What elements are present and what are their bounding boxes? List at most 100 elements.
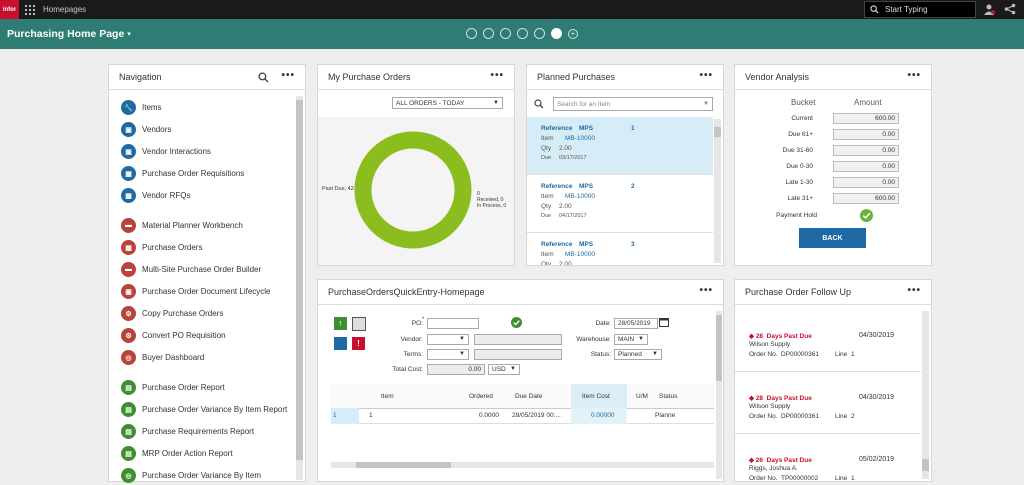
page-title[interactable]: Purchasing Home Page [7,28,124,40]
terms-select[interactable]: ▼ [427,349,469,360]
item-label: Item [541,251,554,258]
nav-item-10[interactable]: ⚙ Copy Purchase Orders [121,306,223,321]
row-item-cost[interactable]: 0.00000 [591,412,615,419]
vendor-label: Vendor: [400,336,423,343]
add-page-icon[interactable]: + [568,28,578,39]
save-up-icon[interactable]: ↑ [334,317,347,330]
nav-item-6[interactable]: ▬ Material Planner Workbench [121,218,243,233]
app-grid-icon[interactable] [25,4,35,15]
row-status[interactable]: Planned [655,412,675,419]
follow-up-scrollbar[interactable] [922,311,929,479]
follow-up-item[interactable]: ◆ 28 Days Past Due 04/30/2019 Wilson Suppl… [735,372,921,434]
infor-logo[interactable]: infor [0,0,19,19]
nav-scrollbar[interactable] [296,96,303,480]
nav-item-16[interactable]: ▤ MRP Order Action Report [121,446,233,461]
nav-item-12[interactable]: ◎ Buyer Dashboard [121,350,204,365]
nav-item-17[interactable]: ◎ Purchase Order Variance By Item [121,468,261,483]
payment-hold-label: Payment Hold [776,212,817,219]
warehouse-select[interactable]: MAIN ▼ [614,334,648,345]
amount-field: 0.00 [833,145,899,156]
nav-item-icon: ▣ [121,284,136,299]
back-button[interactable]: BACK [799,228,866,248]
qty-value: 2.00 [559,261,572,265]
terms-label: Terms: [403,351,424,358]
item-search-input[interactable]: Search for an Item ▼ [553,97,713,111]
orders-filter-select[interactable]: ALL ORDERS - TODAY ▼ [392,97,503,109]
grid-col-item-cost[interactable]: Item Cost [582,393,610,400]
line-label: Line [835,413,848,420]
app-title[interactable]: Homepages [43,5,86,14]
grid-col-ordered[interactable]: Ordered [469,393,493,400]
follow-up-item[interactable]: ◆ 28 Days Past Due 04/30/2019 Wilson Suppl… [735,310,921,372]
flag-icon[interactable] [334,337,347,350]
my-purchase-orders-card: My Purchase Orders ••• ALL ORDERS - TODA… [317,64,515,266]
ref-label: Reference [541,125,573,132]
grid-horizontal-scrollbar[interactable] [331,462,714,468]
more-options-button[interactable]: ••• [699,286,713,296]
add-record-icon[interactable] [352,317,366,331]
follow-up-item[interactable]: ◆ 26 Days Past Due 05/02/2019 Riggs, Joshu… [735,434,921,481]
page-dot-6[interactable] [551,28,562,39]
more-options-button[interactable]: ••• [907,71,921,81]
donut-slice-past-due[interactable] [354,131,472,249]
nav-item-5[interactable]: ▦ Vendor RFQs [121,188,190,203]
nav-item-3[interactable]: ▣ Vendor Interactions [121,144,211,159]
nav-item-11[interactable]: ⚙ Convert PO Requisition [121,328,226,343]
planned-purchase-item[interactable]: Reference MPS 1 Item MB-10000 Qty 2.00 Due 03/17… [527,117,713,175]
planned-purchase-item[interactable]: ReferenceMPS3ItemMB-10000Qty2.00Due05/16… [527,233,713,265]
global-search-input[interactable]: Start Typing [864,1,976,18]
grid-col-item[interactable]: Item [381,393,394,400]
more-options-button[interactable]: ••• [281,71,295,81]
chevron-down-icon[interactable]: ▾ [127,30,131,38]
more-options-button[interactable]: ••• [907,286,921,296]
nav-item-9[interactable]: ▣ Purchase Order Document Lifecycle [121,284,271,299]
nav-item-label: Vendors [142,125,172,134]
date-input[interactable]: 28/05/2019 [614,318,658,329]
line-number: 2 [851,413,855,420]
user-icon[interactable] [983,3,995,15]
row-ordered[interactable]: 0.0000 [479,412,499,419]
more-options-button[interactable]: ••• [699,71,713,81]
nav-item-label: Multi-Site Purchase Order Builder [142,265,262,274]
nav-item-1[interactable]: 🔧 Items [121,100,162,115]
row-due-date[interactable]: 28/05/2019 00:... [512,412,570,419]
planned-scrollbar[interactable] [714,119,721,263]
line-label: Line [835,351,848,358]
nav-item-2[interactable]: ▣ Vendors [121,122,171,137]
nav-item-icon: ▣ [121,144,136,159]
page-dot-4[interactable] [517,28,528,39]
vendor-analysis-card: Vendor Analysis ••• Bucket Amount Curren… [734,64,932,266]
alert-icon[interactable]: ! [352,337,365,350]
nav-item-15[interactable]: ▤ Purchase Requirements Report [121,424,254,439]
nav-item-7[interactable]: ▦ Purchase Orders [121,240,202,255]
nav-item-8[interactable]: ▬ Multi-Site Purchase Order Builder [121,262,261,277]
page-dot-3[interactable] [500,28,511,39]
more-options-button[interactable]: ••• [490,71,504,81]
calendar-icon[interactable] [659,317,669,327]
currency-select[interactable]: USD ▼ [488,364,520,375]
nav-item-13[interactable]: ▤ Purchase Order Report [121,380,225,395]
page-dot-2[interactable] [483,28,494,39]
po-input[interactable] [427,318,479,329]
grid-col-um[interactable]: U/M [636,393,648,400]
po-label: PO: [411,320,423,327]
share-icon[interactable] [1004,3,1016,15]
status-select[interactable]: Planned ▼ [614,349,662,360]
page-dot-5[interactable] [534,28,545,39]
nav-item-icon: ▤ [121,424,136,439]
chevron-down-icon: ▼ [459,351,465,357]
grid-col-due-date[interactable]: Due Date [515,393,542,400]
vendor-select[interactable]: ▼ [427,334,469,345]
item-value: MB-10000 [565,135,595,142]
currency-value: USD [492,366,506,373]
page-dot-1[interactable] [466,28,477,39]
grid-col-status[interactable]: Status [659,393,677,400]
nav-item-icon: ⚙ [121,306,136,321]
quick-entry-scrollbar[interactable] [716,311,722,479]
days-past-due: ◆ 28 Days Past Due [749,333,812,340]
planned-purchase-item[interactable]: Reference MPS 2 Item MB-10000 Qty 2.00 Due 04/17… [527,175,713,233]
search-icon[interactable] [258,72,269,83]
amount-field: 600.00 [833,113,899,124]
nav-item-4[interactable]: ▦ Purchase Order Requisitions [121,166,244,181]
nav-item-14[interactable]: ▤ Purchase Order Variance By Item Report [121,402,287,417]
